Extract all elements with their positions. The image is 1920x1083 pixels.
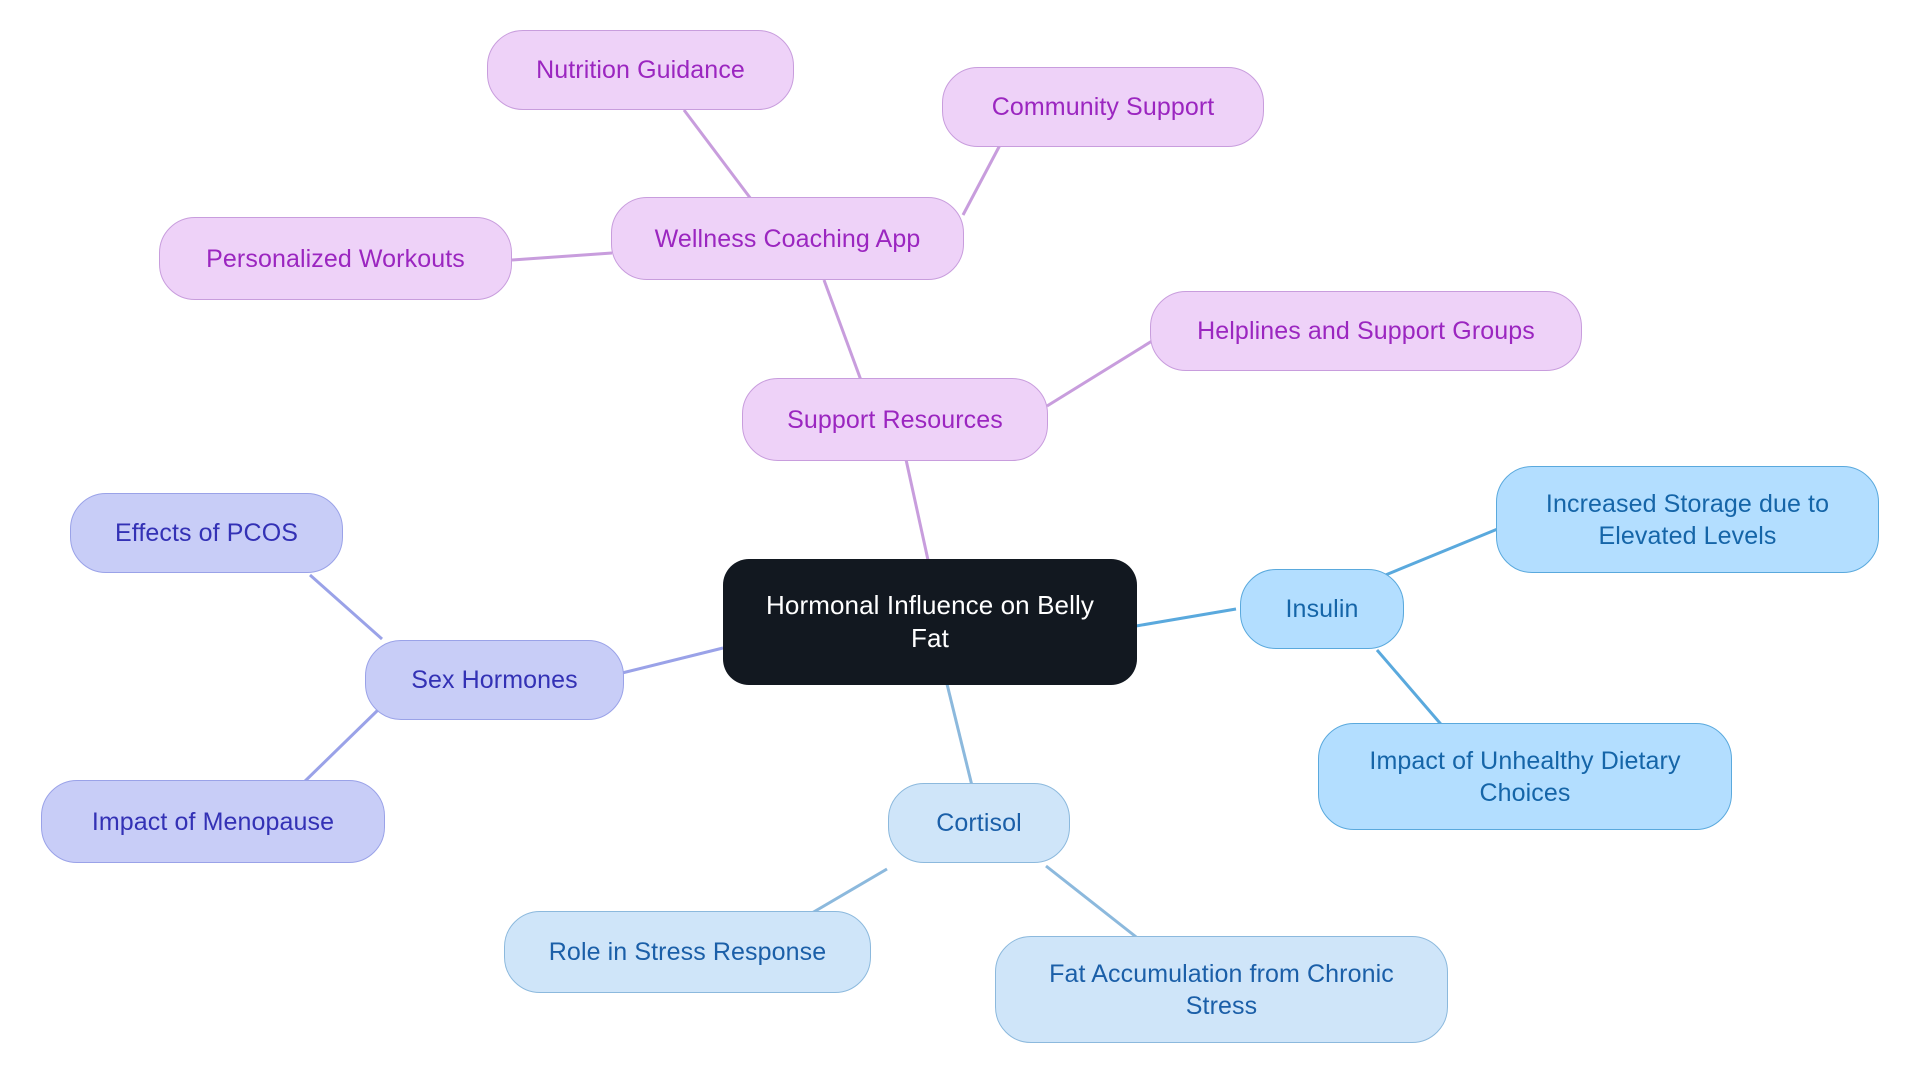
edge-support-wellness-app <box>822 279 864 384</box>
node-community-support[interactable]: Community Support <box>942 67 1264 147</box>
edge-wellness-personalized-workouts <box>511 251 613 262</box>
edge-root-support-resources <box>903 454 930 561</box>
edge-cortisol-fat-accumulation <box>1045 864 1141 942</box>
node-nutrition-guidance[interactable]: Nutrition Guidance <box>487 30 794 110</box>
node-wellness-coaching-app[interactable]: Wellness Coaching App <box>611 197 964 280</box>
edge-sex-hormones-pcos <box>309 573 383 641</box>
mindmap-canvas: Nutrition Guidance Community Support Per… <box>0 0 1920 1083</box>
edge-wellness-community-support <box>961 144 1002 216</box>
edge-sex-hormones-menopause <box>298 706 382 788</box>
edge-root-insulin <box>1135 607 1237 628</box>
node-helplines-and-support-groups[interactable]: Helplines and Support Groups <box>1150 291 1582 371</box>
edge-support-helplines <box>1046 339 1153 408</box>
edge-root-sex-hormones <box>621 646 724 675</box>
node-insulin[interactable]: Insulin <box>1240 569 1404 649</box>
edge-wellness-nutrition-guidance <box>682 109 756 204</box>
node-role-in-stress-response[interactable]: Role in Stress Response <box>504 911 871 993</box>
node-impact-of-menopause[interactable]: Impact of Menopause <box>41 780 385 863</box>
node-cortisol[interactable]: Cortisol <box>888 783 1070 863</box>
node-increased-storage-due-to-elevated-levels[interactable]: Increased Storage due to Elevated Levels <box>1496 466 1879 573</box>
node-support-resources[interactable]: Support Resources <box>742 378 1048 461</box>
node-impact-of-unhealthy-dietary-choices[interactable]: Impact of Unhealthy Dietary Choices <box>1318 723 1732 830</box>
node-personalized-workouts[interactable]: Personalized Workouts <box>159 217 512 300</box>
node-effects-of-pcos[interactable]: Effects of PCOS <box>70 493 343 573</box>
node-root-hormonal-influence-on-belly-fat[interactable]: Hormonal Influence on Belly Fat <box>723 559 1137 685</box>
node-sex-hormones[interactable]: Sex Hormones <box>365 640 624 720</box>
node-fat-accumulation-from-chronic-stress[interactable]: Fat Accumulation from Chronic Stress <box>995 936 1448 1043</box>
